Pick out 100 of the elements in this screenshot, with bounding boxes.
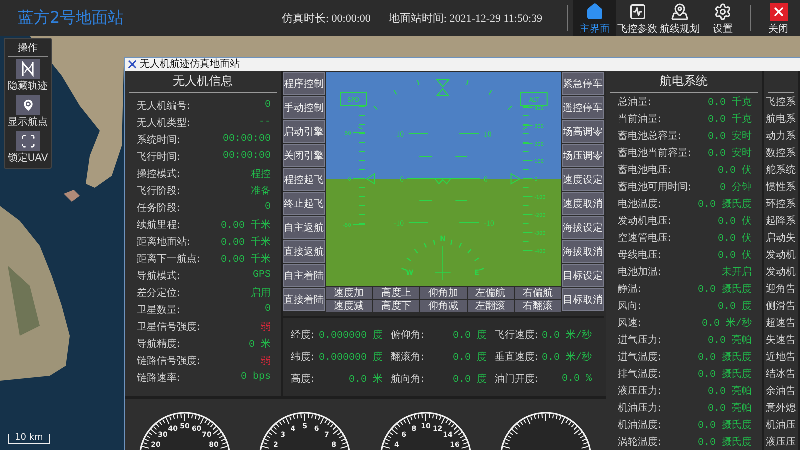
field-label: 动力系 [765,130,796,142]
field-value: 0.0 千克 [708,112,752,126]
field-label: 迎角告 [765,282,796,296]
field-label: 机油压 [765,418,796,432]
field-label: 飞行时间: [137,150,180,164]
field-label: 超速告 [765,316,796,330]
field-label: 近地告 [765,350,796,364]
field-label: 无人机编号: [137,100,190,112]
trim-button[interactable]: 右翻滚 [514,300,561,312]
control-button[interactable]: 海拔取消 [562,240,604,263]
field-label: 惯性系 [764,180,796,194]
field-label: 进气压力: [618,334,662,346]
field-label: 链路信号强度: [137,354,200,368]
field-value: 0.000000 度 [318,350,383,364]
panel-title: 无人机信息 [173,73,233,90]
trim-button[interactable]: 仰角减 [420,300,467,312]
field-label: 蓄电池总容量: [618,130,682,142]
field-label: 舵系统 [765,164,796,176]
trim-button[interactable]: 速度减 [326,300,372,312]
nav-item[interactable]: 飞控参数 [616,0,659,36]
field-value: 0.0 千克 [708,96,752,108]
field-label: 航电系 [765,112,796,126]
nav-item[interactable]: 主界面 [573,0,616,36]
field-value: 00:00:00 [222,151,271,162]
control-button[interactable]: 目标取消 [562,288,604,311]
field-value: 0 米 [248,338,271,350]
field-value: 0.0 度 [718,300,752,312]
control-button[interactable]: 直接返航 [283,240,325,263]
field-value: 0.0 安时 [708,130,752,142]
control-button[interactable]: 关闭引擎 [283,144,325,167]
scale-bar: 10 km [8,434,50,444]
field-value: 准备 [251,184,271,198]
field-label: 风向: [618,300,642,312]
field-value: 0.0 亮帕 [708,334,752,346]
field-label: 蓄电池电压: [618,164,672,176]
field-label: 纬度: [291,350,314,364]
field-value: 0.0 伏 [718,249,752,262]
field-value: 未开启 [722,266,752,278]
heading-marker-icon [436,80,450,96]
field-label: 液压压力: [618,384,662,398]
control-button[interactable]: 海拔设定 [562,216,604,239]
trim-button[interactable]: 仰角加 [420,287,467,299]
control-button[interactable]: 遥控停车 [562,96,604,119]
field-value: 0.0 度 [452,350,487,364]
field-label: 发动机电压: [618,214,672,228]
control-button[interactable]: 直接着陆 [283,288,325,311]
field-label: 失速告 [765,334,796,346]
field-label: 差分定位: [137,286,180,300]
nav-item[interactable]: 关闭 [757,0,800,36]
control-button[interactable]: 速度设定 [562,168,604,191]
control-button[interactable]: 程序控制 [283,72,325,95]
field-label: 总油量: [618,96,652,108]
control-button[interactable]: 紧急停车 [562,72,604,95]
control-button[interactable]: 手动控制 [283,96,325,119]
field-label: 飞行速度: [495,328,538,342]
field-label: 距离下一航点: [137,252,200,266]
field-label: 电池温度: [618,198,662,210]
field-label: 起降系 [765,214,796,228]
path-icon [16,59,40,79]
field-label: 蓄电池当前容量: [618,146,692,160]
field-value: 0.0 度 [452,372,487,386]
field-label: 导航精度: [137,338,180,350]
nav-item[interactable]: 设置 [702,0,744,36]
field-label: 进气温度: [618,350,662,364]
pitch-label: 10 [484,130,492,140]
field-value: 0.0 伏 [718,164,752,176]
field-label: 操控模式: [137,168,180,180]
field-label: 机油压力: [618,402,662,414]
map-tool-button[interactable]: 隐藏轨迹 [7,59,49,93]
control-button[interactable]: 自主着陆 [283,264,325,287]
sim-time: 仿真时长: 00:00:00 [282,12,371,26]
field-label: 发动机 [765,266,796,278]
map-pin-icon [671,2,690,20]
trim-button[interactable]: 速度加 [326,287,372,299]
field-label: 侧滑告 [765,300,796,312]
control-button[interactable]: 终止起飞 [283,192,325,215]
control-button[interactable]: 启动引擎 [283,120,325,143]
nav-item[interactable]: 航线规划 [658,0,702,36]
control-button[interactable]: 自主返航 [283,216,325,239]
chart-icon [628,2,647,20]
control-button[interactable]: 场压调零 [562,144,604,167]
control-button[interactable]: 速度取消 [562,192,604,215]
map-tool-button[interactable]: 显示航点 [7,95,49,129]
field-label: 续航里程: [137,218,180,232]
speed-box [340,92,368,106]
control-button[interactable]: 目标设定 [562,264,604,287]
control-button[interactable]: 程控起飞 [283,168,325,191]
field-value: 0.0 安时 [708,146,752,160]
control-button[interactable]: 场高调零 [562,120,604,143]
trim-button[interactable]: 左偏航 [468,287,514,299]
field-value: 0.0 米 [348,372,383,386]
trim-button[interactable]: 左翻滚 [468,300,514,312]
trim-button[interactable]: 右偏航 [514,287,561,299]
trim-button[interactable]: 高度下 [373,300,420,312]
field-label: 空速管电压: [618,232,672,244]
field-label: 环控系 [765,198,796,210]
trim-button[interactable]: 高度上 [373,287,420,299]
map-tool-button[interactable]: 锁定UAV [7,131,49,165]
field-value: 弱 [261,321,271,334]
field-value: 0.0 度 [452,328,487,342]
